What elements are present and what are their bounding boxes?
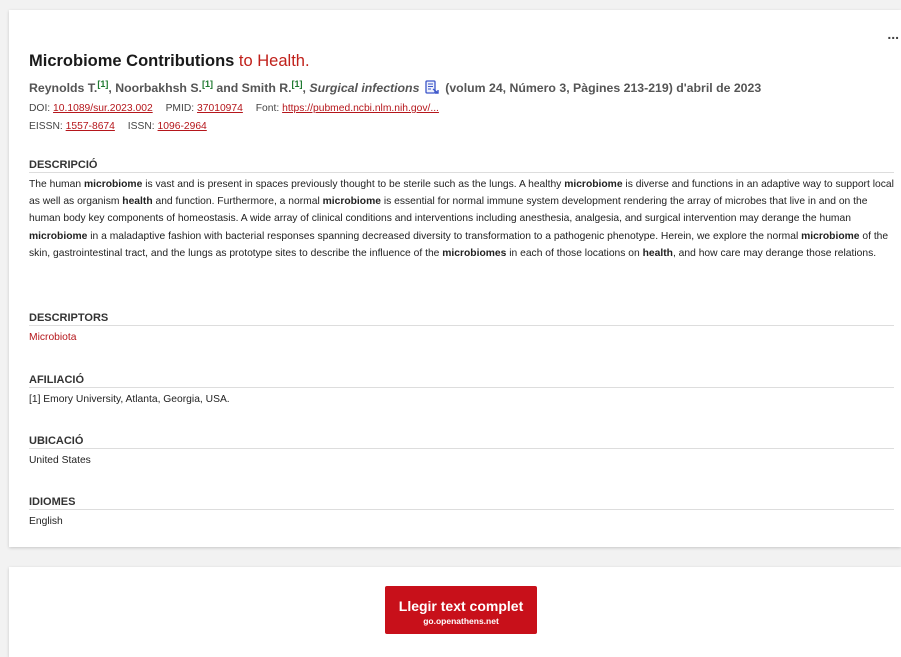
author-ref: [1]	[201, 79, 213, 89]
eissn-label: EISSN:	[29, 121, 63, 132]
abstract-segment: is vast and is present in spaces previou…	[142, 179, 565, 190]
abstract-segment: , and how care may derange those relatio…	[672, 247, 877, 259]
journal-name: Surgical infections	[309, 81, 420, 96]
eissn-link[interactable]: 1557-8674	[66, 121, 115, 132]
author-name: Smith R.	[241, 81, 292, 96]
abstract-keyword: microbiomes	[442, 247, 507, 259]
affiliation-heading: AFILIACIÓ	[29, 374, 894, 388]
source-label: Font:	[255, 103, 280, 114]
abstract-keyword: microbiome	[801, 230, 860, 242]
title-main: Microbiome Contributions	[29, 52, 235, 70]
doi-link[interactable]: 10.1089/sur.2023.002	[53, 103, 153, 114]
author-ref: [1]	[97, 79, 109, 89]
authors-line: Reynolds T.[1], Noorbakhsh S.[1] and Smi…	[29, 79, 761, 98]
volume-info: (volum 24, Número 3, Pàgines 213-219) d'…	[445, 81, 762, 96]
read-full-text-button[interactable]: Llegir text complet go.openathens.net	[385, 586, 537, 634]
read-full-text-label: Llegir text complet	[398, 598, 524, 614]
descriptors-heading: DESCRIPTORS	[29, 312, 894, 326]
author-name: Noorbakhsh S.	[115, 81, 202, 96]
identifiers-line: DOI: 10.1089/sur.2023.002 PMID: 37010974…	[29, 103, 439, 114]
abstract-segment: in each of those locations on	[506, 247, 643, 259]
record-title: Microbiome Contributions to Health.	[29, 52, 310, 71]
abstract-keyword: health	[642, 247, 673, 259]
abstract-text: The human microbiome is vast and is pres…	[29, 176, 895, 262]
author-name: Reynolds T.	[29, 81, 98, 96]
fulltext-card: Llegir text complet go.openathens.net	[9, 567, 901, 657]
abstract-segment: The human	[29, 179, 84, 190]
description-heading: DESCRIPCIÓ	[29, 159, 894, 173]
abstract-segment: in a maladaptive fashion with bacterial …	[87, 230, 802, 242]
affiliation-value: [1] Emory University, Atlanta, Georgia, …	[29, 394, 230, 405]
abstract-segment: and function. Furthermore, a normal	[152, 196, 323, 208]
location-heading: UBICACIÓ	[29, 435, 894, 449]
languages-heading: IDIOMES	[29, 496, 894, 510]
author-separator: and	[212, 81, 242, 96]
pmid-label: PMID:	[165, 103, 195, 114]
languages-value: English	[29, 516, 63, 527]
abstract-keyword: health	[122, 196, 153, 208]
abstract-keyword: microbiome	[564, 179, 623, 190]
source-link[interactable]: https://pubmed.ncbi.nlm.nih.gov/...	[282, 103, 439, 114]
more-options-icon[interactable]: ...	[887, 26, 899, 42]
issn-link[interactable]: 1096-2964	[158, 121, 207, 132]
descriptor-link[interactable]: Microbiota	[29, 329, 895, 346]
abstract-keyword: microbiome	[322, 196, 381, 208]
document-link-icon[interactable]	[425, 80, 439, 98]
issn-label: ISSN:	[127, 121, 155, 132]
location-value: United States	[29, 455, 91, 466]
issn-line: EISSN: 1557-8674 ISSN: 1096-2964	[29, 121, 207, 132]
pmid-link[interactable]: 37010974	[197, 103, 243, 114]
title-rest: to Health.	[234, 52, 310, 70]
doi-label: DOI:	[29, 103, 51, 114]
read-full-text-domain: go.openathens.net	[423, 616, 499, 626]
author-ref: [1]	[291, 79, 303, 89]
record-card: ... Microbiome Contributions to Health. …	[9, 10, 901, 547]
abstract-keyword: microbiome	[83, 179, 143, 190]
abstract-keyword: microbiome	[29, 230, 88, 242]
